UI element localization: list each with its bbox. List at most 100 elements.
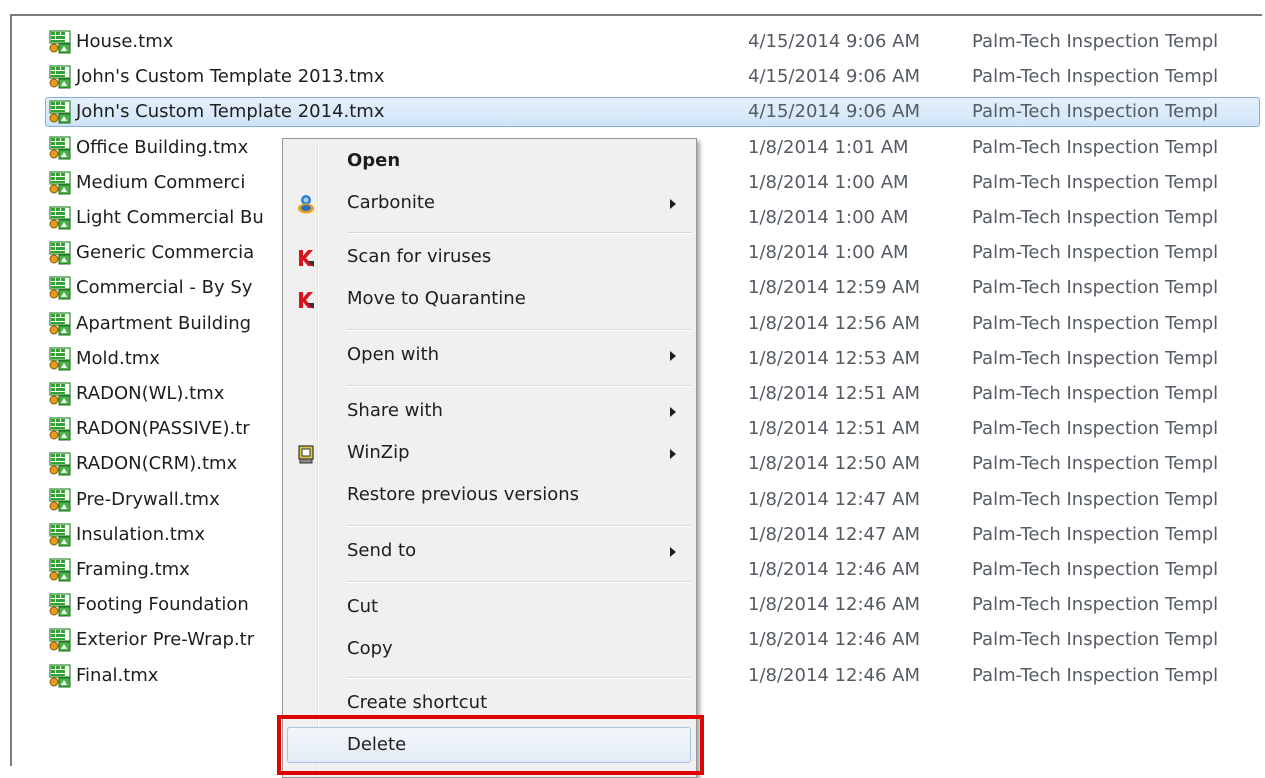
- file-date-modified: 1/8/2014 12:56 AM: [748, 312, 921, 334]
- template-file-icon: [49, 452, 71, 476]
- menu-item-label: Cut: [347, 596, 379, 617]
- file-type: Palm-Tech Inspection Templ: [972, 383, 1219, 404]
- file-name: Exterior Pre-Wrap.tr: [76, 629, 255, 651]
- menu-item-label: Carbonite: [347, 192, 435, 213]
- menu-item-move-quarantine[interactable]: Move to Quarantine: [285, 281, 694, 317]
- template-file-icon: [49, 276, 71, 300]
- menu-item-label: Send to: [347, 540, 417, 561]
- template-file-icon: [49, 65, 71, 89]
- file-date-modified: 1/8/2014 12:47 AM: [748, 488, 921, 510]
- menu-item-label: Open: [347, 150, 401, 171]
- file-date-modified: 1/8/2014 12:46 AM: [748, 664, 921, 686]
- carbonite-icon: [298, 195, 314, 214]
- file-name: Mold.tmx: [76, 347, 160, 369]
- file-type: Palm-Tech Inspection Templ: [972, 559, 1219, 580]
- template-file-icon: [49, 382, 71, 406]
- file-type: Palm-Tech Inspection Templ: [972, 31, 1219, 52]
- file-name: Light Commercial Bu: [76, 207, 264, 228]
- menu-separator: [347, 525, 691, 527]
- menu-item-share-with[interactable]: Share with: [285, 393, 694, 429]
- menu-item-label: WinZip: [347, 442, 410, 463]
- file-date-modified: 1/8/2014 12:46 AM: [748, 559, 921, 580]
- file-type: Palm-Tech Inspection Templ: [972, 418, 1219, 440]
- file-type: Palm-Tech Inspection Templ: [972, 171, 1219, 193]
- file-date-modified: 4/15/2014 9:06 AM: [748, 101, 921, 123]
- template-file-icon: [49, 135, 71, 160]
- menu-separator: [347, 385, 691, 387]
- file-type: Palm-Tech Inspection Templ: [972, 66, 1219, 88]
- kaspersky-icon: [299, 292, 314, 309]
- template-file-icon: [49, 523, 71, 547]
- menu-item-label: Share with: [347, 400, 443, 421]
- file-name: RADON(WL).tmx: [76, 383, 225, 404]
- template-file-icon: [49, 100, 71, 124]
- file-date-modified: 1/8/2014 12:51 AM: [748, 418, 921, 440]
- file-date-modified: 1/8/2014 12:46 AM: [748, 629, 921, 651]
- file-name: RADON(PASSIVE).tr: [76, 418, 250, 440]
- file-type: Palm-Tech Inspection Templ: [972, 101, 1219, 123]
- template-file-icon: [49, 311, 71, 336]
- template-file-icon: [49, 417, 71, 441]
- menu-item-label: Copy: [347, 638, 393, 659]
- menu-item-restore-versions[interactable]: Restore previous versions: [285, 477, 694, 513]
- file-date-modified: 4/15/2014 9:06 AM: [748, 31, 921, 52]
- file-date-modified: 1/8/2014 12:47 AM: [748, 523, 921, 545]
- template-file-icon: [49, 241, 71, 265]
- template-file-icon: [49, 171, 71, 195]
- menu-item-label: Open with: [347, 344, 439, 365]
- file-name: RADON(CRM).tmx: [76, 453, 238, 475]
- file-type: Palm-Tech Inspection Templ: [972, 207, 1219, 228]
- kaspersky-icon: [299, 250, 314, 267]
- file-date-modified: 1/8/2014 12:59 AM: [748, 277, 921, 299]
- menu-separator: [347, 232, 691, 234]
- menu-separator: [347, 329, 691, 331]
- file-name: Apartment Building: [76, 312, 252, 334]
- file-row[interactable]: John's Custom Template 2013.tmx 4/15/201…: [12, 61, 1262, 93]
- file-type: Palm-Tech Inspection Templ: [972, 488, 1219, 510]
- template-file-icon: [49, 30, 71, 54]
- file-date-modified: 1/8/2014 1:00 AM: [748, 242, 909, 264]
- file-date-modified: 1/8/2014 12:50 AM: [748, 453, 921, 475]
- file-name: Footing Foundation: [76, 594, 249, 616]
- template-file-icon: [49, 347, 71, 371]
- winzip-icon: [298, 445, 314, 464]
- menu-item-label: Move to Quarantine: [347, 288, 526, 309]
- menu-item-label: Create shortcut: [347, 692, 488, 713]
- file-name: John's Custom Template 2014.tmx: [76, 101, 385, 123]
- file-name: Medium Commerci: [76, 171, 246, 193]
- context-menu: Open Carbonite Scan for viruses Move to …: [282, 138, 697, 778]
- menu-item-open-with[interactable]: Open with: [285, 337, 694, 373]
- file-type: Palm-Tech Inspection Templ: [972, 629, 1219, 651]
- template-file-icon: [49, 206, 71, 230]
- submenu-arrow-icon: [670, 449, 676, 459]
- menu-item-scan-viruses[interactable]: Scan for viruses: [285, 239, 694, 275]
- submenu-arrow-icon: [670, 199, 676, 209]
- file-type: Palm-Tech Inspection Templ: [972, 523, 1219, 545]
- file-name: John's Custom Template 2013.tmx: [76, 66, 385, 88]
- file-row[interactable]: John's Custom Template 2014.tmx 4/15/201…: [12, 96, 1262, 128]
- file-name: Office Building.tmx: [76, 136, 249, 158]
- menu-separator: [347, 677, 691, 679]
- submenu-arrow-icon: [670, 547, 676, 557]
- file-date-modified: 1/8/2014 12:53 AM: [748, 347, 921, 369]
- template-file-icon: [49, 663, 71, 688]
- delete-highlight-annotation: [277, 715, 704, 775]
- file-date-modified: 1/8/2014 1:00 AM: [748, 207, 909, 228]
- file-type: Palm-Tech Inspection Templ: [972, 136, 1219, 158]
- file-type: Palm-Tech Inspection Templ: [972, 347, 1219, 369]
- menu-item-copy[interactable]: Copy: [285, 631, 694, 667]
- file-type: Palm-Tech Inspection Templ: [972, 312, 1219, 334]
- menu-item-send-to[interactable]: Send to: [285, 533, 694, 569]
- file-name: Framing.tmx: [76, 559, 190, 580]
- file-name: Generic Commercia: [76, 242, 255, 264]
- file-date-modified: 1/8/2014 12:51 AM: [748, 383, 921, 404]
- menu-item-carbonite[interactable]: Carbonite: [285, 185, 694, 221]
- file-row[interactable]: House.tmx 4/15/2014 9:06 AM Palm-Tech In…: [12, 26, 1262, 58]
- file-name: Commercial - By Sy: [76, 277, 253, 299]
- menu-item-cut[interactable]: Cut: [285, 589, 694, 625]
- menu-item-winzip[interactable]: WinZip: [285, 435, 694, 471]
- file-type: Palm-Tech Inspection Templ: [972, 664, 1219, 686]
- menu-item-open[interactable]: Open: [285, 143, 694, 179]
- submenu-arrow-icon: [670, 407, 676, 417]
- menu-item-label: Restore previous versions: [347, 484, 580, 505]
